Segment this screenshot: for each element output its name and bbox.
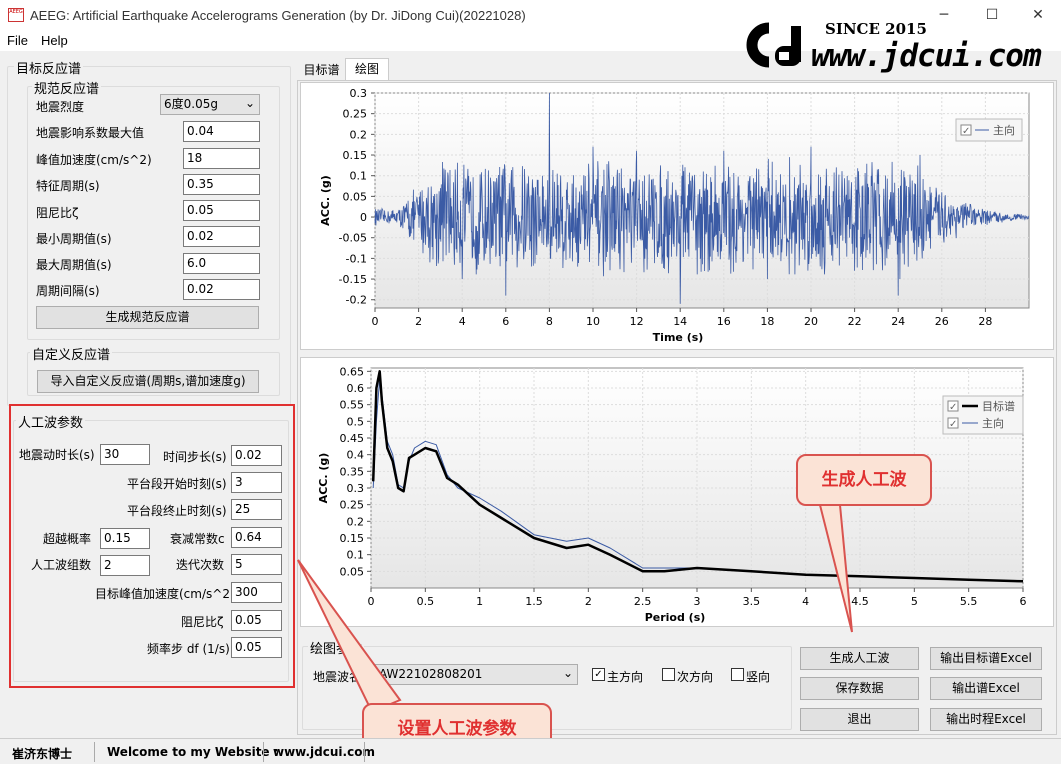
status-site[interactable]: www.jdcui.com (273, 745, 375, 759)
status-author: 崔济东博士 (12, 747, 73, 761)
status-welcome: Welcome to my Website : (107, 745, 279, 759)
gen-wave-callout: 生成人工波 (796, 454, 932, 506)
status-bar: 崔济东博士 Welcome to my Website : www.jdcui.… (0, 738, 1061, 764)
callout-arrows (297, 504, 853, 723)
